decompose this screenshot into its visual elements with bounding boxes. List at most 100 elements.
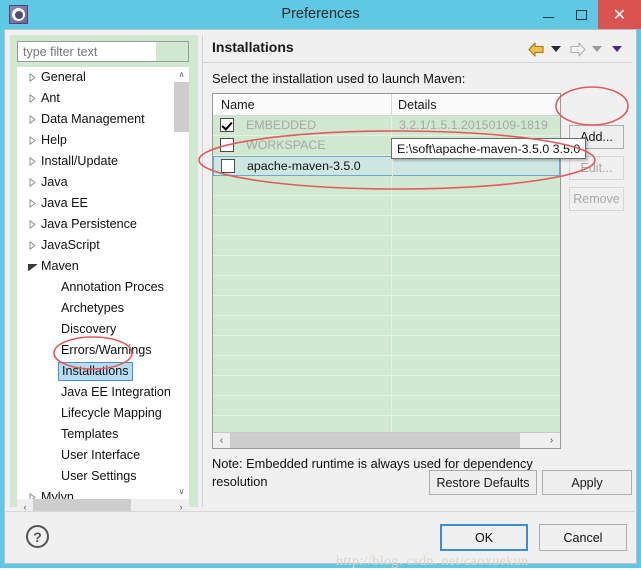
forward-arrow-icon[interactable] [569, 41, 586, 57]
column-header-details[interactable]: Details [398, 94, 437, 116]
sidebar-item-help[interactable]: Help [17, 130, 174, 151]
chevron-right-icon[interactable] [29, 73, 36, 82]
sidebar-item-label: Lifecycle Mapping [61, 406, 162, 420]
row-checkbox[interactable] [220, 118, 234, 132]
chevron-right-icon[interactable] [29, 199, 36, 208]
sidebar-item-java-persistence[interactable]: Java Persistence [17, 214, 174, 235]
chevron-right-icon[interactable] [29, 94, 36, 103]
table-scroll-left-icon[interactable]: ‹ [213, 433, 230, 448]
edit-button[interactable]: Edit... [569, 156, 624, 180]
sidebar-item-label: Mylyn [41, 490, 74, 499]
apply-button[interactable]: Apply [542, 470, 632, 495]
table-horizontal-scrollbar[interactable]: ‹ › [213, 432, 560, 448]
sidebar-item-discovery[interactable]: Discovery [17, 319, 174, 340]
row-checkbox[interactable] [221, 159, 235, 173]
preferences-window: Preferences ✕ General Ant Data Management H… [0, 0, 641, 569]
table-row-empty[interactable] [213, 356, 560, 376]
sidebar-item-archetypes[interactable]: Archetypes [17, 298, 174, 319]
search-input[interactable] [18, 42, 158, 61]
sidebar-item-errors-warnings[interactable]: Errors/Warnings [17, 340, 174, 361]
sidebar-item-label: User Interface [61, 448, 141, 462]
close-button[interactable]: ✕ [598, 0, 641, 29]
chevron-right-icon[interactable] [29, 157, 36, 166]
dialog-footer: ? OK Cancel [6, 511, 635, 562]
row-checkbox[interactable] [220, 138, 234, 152]
chevron-right-icon[interactable] [29, 241, 36, 250]
sidebar-item-general[interactable]: General [17, 67, 174, 88]
title-bar: Preferences ✕ [0, 0, 641, 29]
table-row-empty[interactable] [213, 296, 560, 316]
cell-name: EMBEDDED [246, 118, 317, 132]
scroll-down-icon[interactable]: ∨ [174, 484, 189, 499]
sidebar-item-java-ee[interactable]: Java EE [17, 193, 174, 214]
row-column-divider [391, 116, 392, 136]
path-tooltip: E:\soft\apache-maven-3.5.0 3.5.0 [391, 138, 587, 159]
table-row-empty[interactable] [213, 216, 560, 236]
row-column-divider [391, 236, 392, 256]
sidebar-item-label: Annotation Proces [61, 280, 164, 294]
sidebar-item-user-settings[interactable]: User Settings [17, 466, 174, 487]
table-row-empty[interactable] [213, 316, 560, 336]
sidebar-item-mylyn[interactable]: Mylyn [17, 487, 174, 499]
sidebar-item-ant[interactable]: Ant [17, 88, 174, 109]
sidebar-item-installations[interactable]: Installations [17, 361, 174, 382]
sidebar-item-lifecycle-mapping[interactable]: Lifecycle Mapping [17, 403, 174, 424]
filter-accent-strip [156, 42, 188, 61]
column-divider[interactable] [391, 94, 392, 116]
sidebar-item-label: General [41, 70, 86, 84]
table-row-empty[interactable] [213, 256, 560, 276]
table-row[interactable]: EMBEDDED 3.2.1/1.5.1.20150109-1819 [213, 116, 560, 136]
table-row-empty[interactable] [213, 396, 560, 416]
table-row-empty[interactable] [213, 196, 560, 216]
instruction-label: Select the installation used to launch M… [212, 71, 466, 86]
row-column-divider [391, 256, 392, 276]
restore-defaults-button[interactable]: Restore Defaults [429, 470, 537, 495]
cell-details: 3.2.1/1.5.1.20150109-1819 [399, 118, 548, 132]
ok-button[interactable]: OK [440, 524, 528, 551]
sidebar-item-java[interactable]: Java [17, 172, 174, 193]
chevron-right-icon[interactable] [29, 220, 36, 229]
back-history-chevron-down-icon[interactable] [551, 46, 561, 52]
table-row-empty[interactable] [213, 336, 560, 356]
sidebar-item-javascript[interactable]: JavaScript [17, 235, 174, 256]
sidebar-item-label: Help [41, 133, 67, 147]
sidebar-item-install-update[interactable]: Install/Update [17, 151, 174, 172]
table-row-empty[interactable] [213, 236, 560, 256]
table-row-empty[interactable] [213, 376, 560, 396]
sidebar-item-user-interface[interactable]: User Interface [17, 445, 174, 466]
sidebar-item-templates[interactable]: Templates [17, 424, 174, 445]
table-row-empty[interactable] [213, 176, 560, 196]
table-scroll-right-icon[interactable]: › [543, 433, 560, 448]
table-row-empty[interactable] [213, 276, 560, 296]
sidebar-item-data-management[interactable]: Data Management [17, 109, 174, 130]
row-column-divider [391, 396, 392, 416]
help-question-icon[interactable]: ? [26, 525, 49, 548]
scroll-up-icon[interactable]: ∧ [174, 67, 189, 82]
tree-vertical-scrollbar[interactable]: ∧ ∨ [174, 67, 189, 499]
forward-history-chevron-down-icon[interactable] [592, 46, 602, 52]
back-arrow-icon[interactable] [528, 41, 545, 57]
chevron-down-icon[interactable] [28, 264, 37, 271]
column-header-name[interactable]: Name [221, 94, 255, 116]
sidebar-item-label: Install/Update [41, 154, 119, 168]
table-hscroll-thumb[interactable] [230, 433, 520, 448]
sidebar-item-annotation-proces[interactable]: Annotation Proces [17, 277, 174, 298]
view-menu-chevron-down-icon[interactable] [612, 46, 622, 52]
cancel-button[interactable]: Cancel [539, 524, 627, 551]
row-column-divider [391, 196, 392, 216]
minimize-button[interactable] [532, 0, 565, 29]
page-title: Installations [212, 39, 294, 55]
row-column-divider [391, 176, 392, 196]
chevron-right-icon[interactable] [29, 136, 36, 145]
chevron-right-icon[interactable] [29, 178, 36, 187]
row-column-divider [391, 276, 392, 296]
maximize-button[interactable] [565, 0, 598, 29]
sidebar-item-java-ee-integration[interactable]: Java EE Integration [17, 382, 174, 403]
table-row[interactable]: apache-maven-3.5.0 [213, 156, 560, 177]
sidebar-item-label: JavaScript [41, 238, 100, 252]
sidebar-item-maven[interactable]: Maven [17, 256, 174, 277]
remove-button[interactable]: Remove [569, 187, 624, 211]
sidebar-item-label: Archetypes [61, 301, 124, 315]
tree-vscroll-thumb[interactable] [174, 82, 189, 132]
chevron-right-icon[interactable] [29, 115, 36, 124]
